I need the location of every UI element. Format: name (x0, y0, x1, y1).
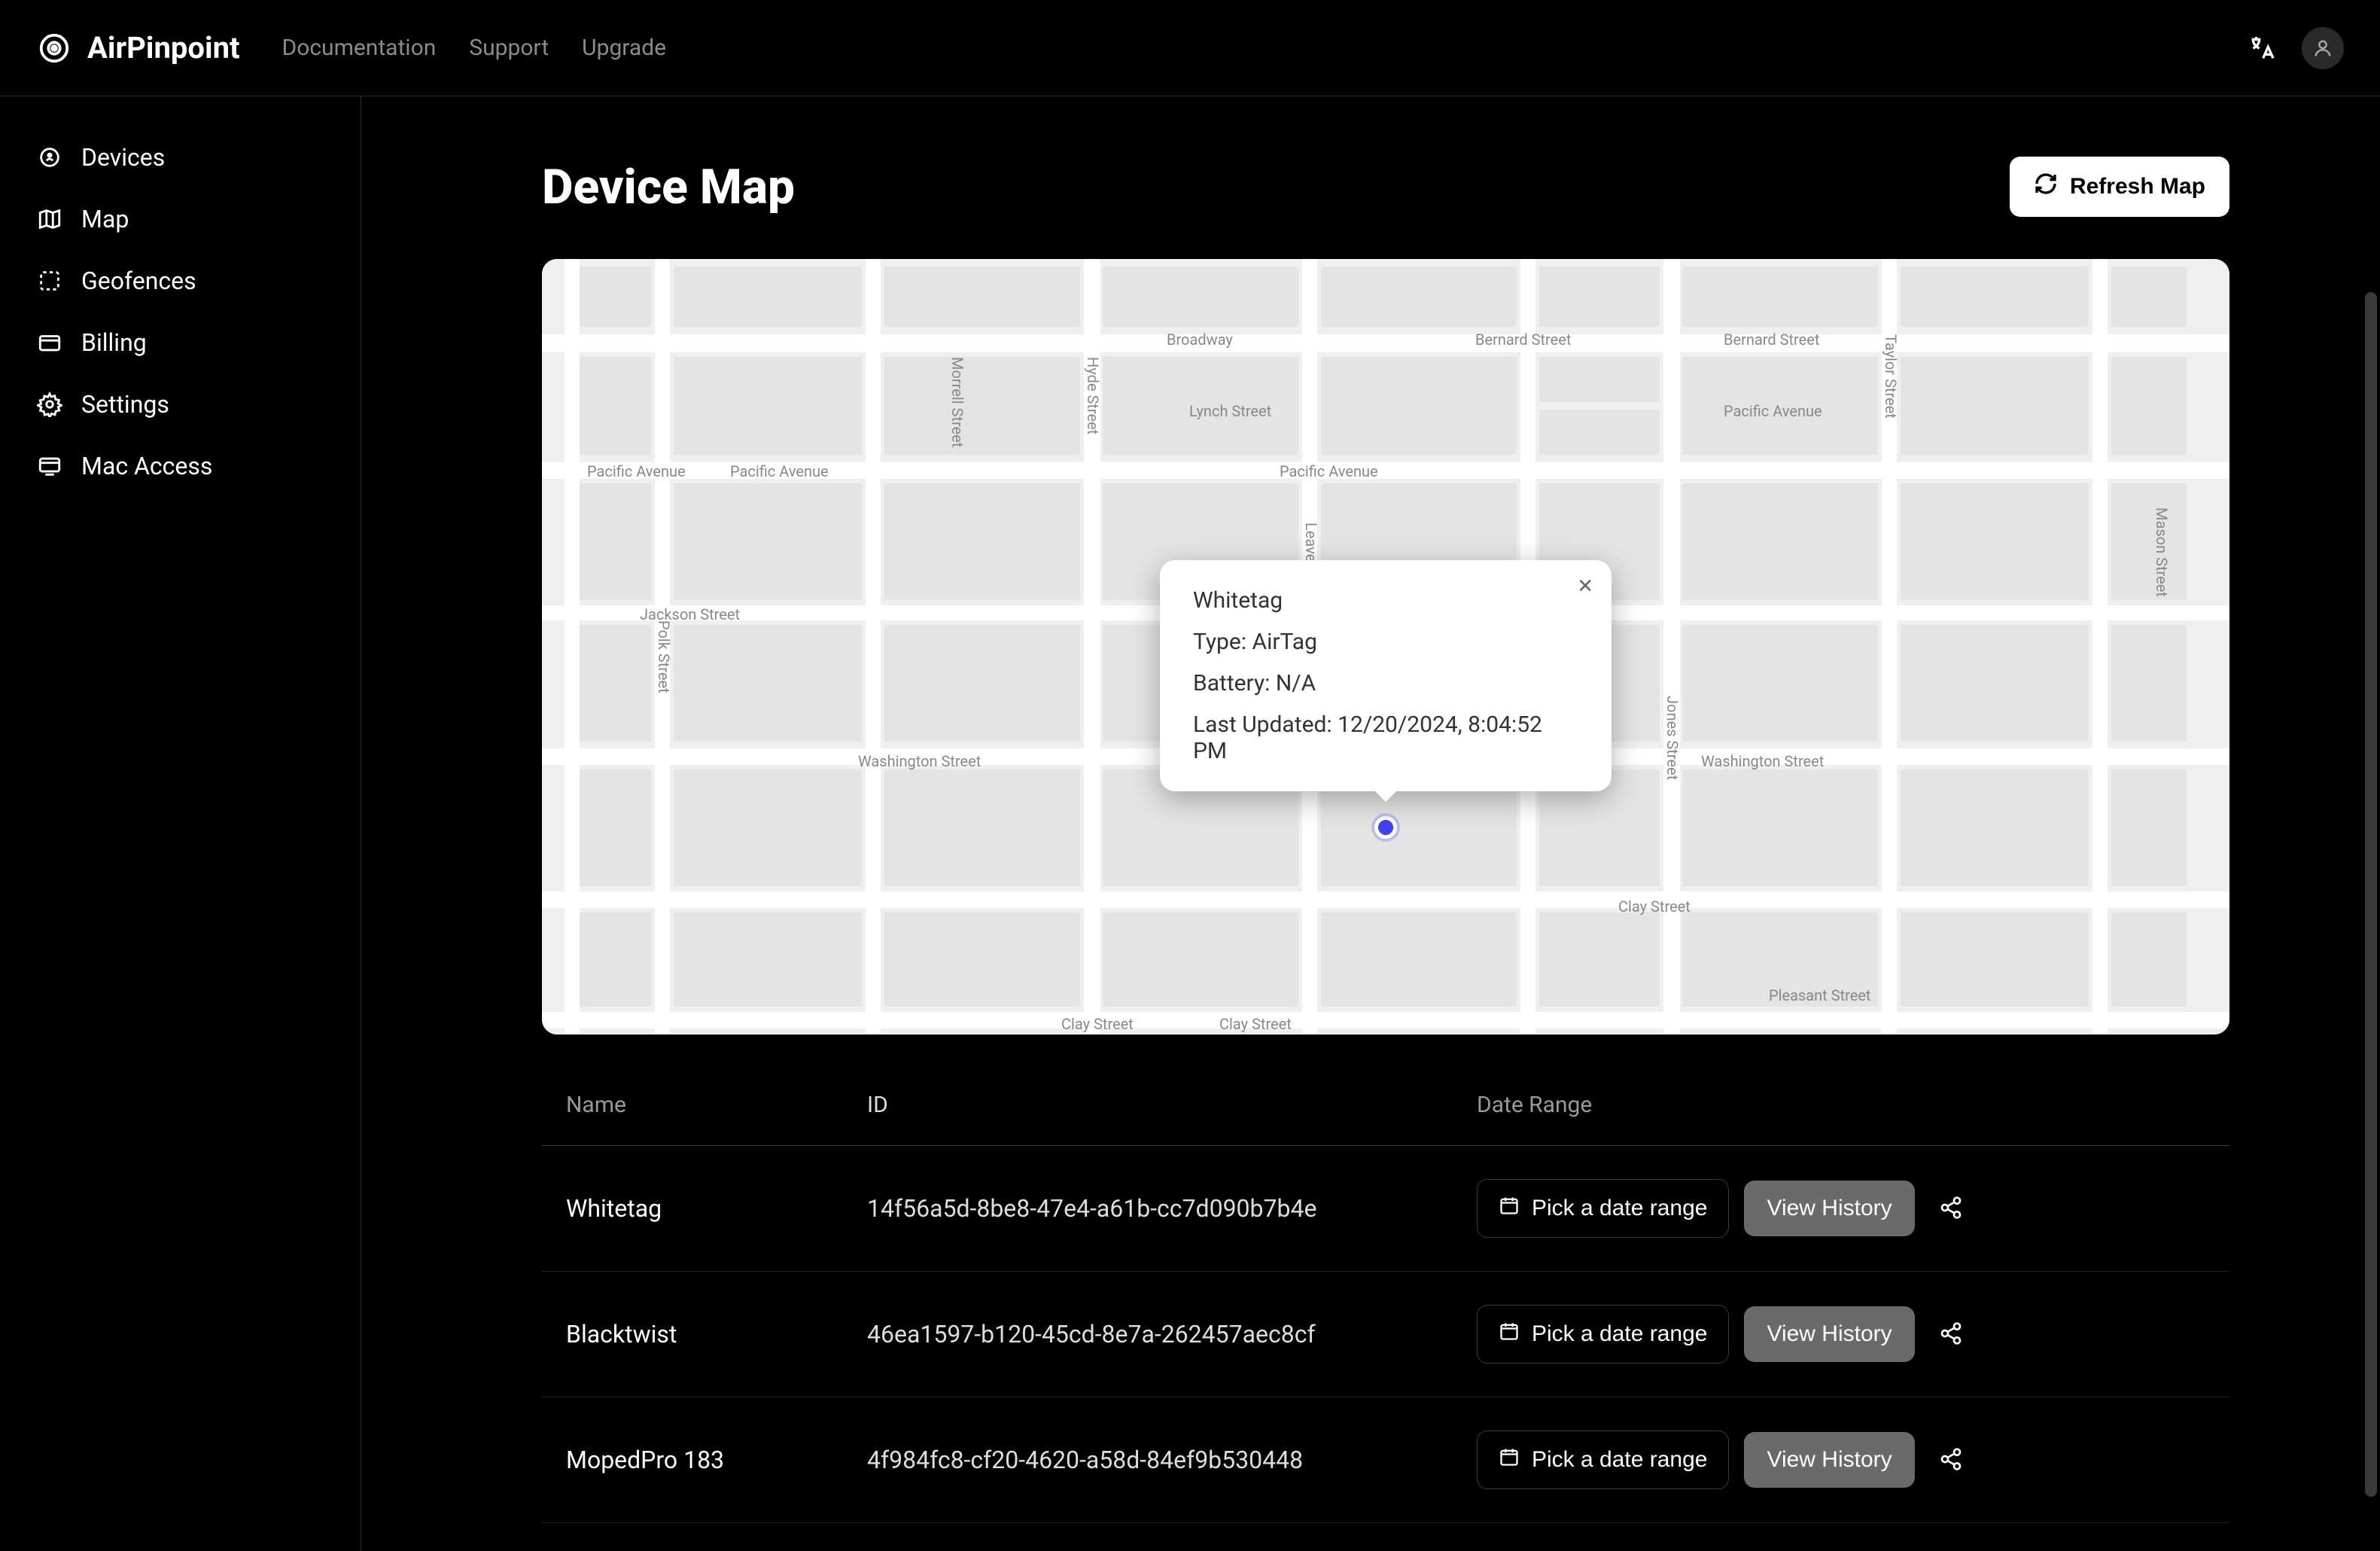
sidebar-item-geofences[interactable]: Geofences (0, 250, 361, 312)
table-header: Name ID Date Range (542, 1065, 2229, 1146)
table-row: Whitetag 14f56a5d-8be8-47e4-a61b-cc7d090… (542, 1146, 2229, 1272)
popup-device-name: Whitetag (1193, 587, 1578, 614)
macaccess-icon (36, 453, 63, 480)
pick-date-range-button[interactable]: Pick a date range (1477, 1431, 1729, 1489)
date-btn-label: Pick a date range (1532, 1196, 1707, 1221)
billing-icon (36, 329, 63, 356)
geofences-icon (36, 267, 63, 294)
calendar-icon (1499, 1446, 1520, 1473)
close-icon[interactable]: ✕ (1577, 575, 1593, 598)
device-popup: ✕ Whitetag Type: AirTag Battery: N/A Las… (1160, 560, 1612, 791)
street-label: Mason Street (2153, 507, 2171, 597)
brand-name: AirPinpoint (87, 30, 240, 66)
cell-name: Whitetag (566, 1194, 867, 1223)
street-label: Polk Street (655, 620, 673, 693)
street-label: Broadway (1167, 331, 1233, 349)
refresh-map-button[interactable]: Refresh Map (2010, 157, 2229, 217)
header: AirPinpoint Documentation Support Upgrad… (0, 0, 2380, 96)
nav-upgrade[interactable]: Upgrade (582, 35, 666, 61)
view-history-button[interactable]: View History (1744, 1432, 1914, 1488)
share-icon (1939, 1196, 1963, 1222)
cell-id: 4f984fc8-cf20-4620-a58d-84ef9b530448 (867, 1446, 1477, 1474)
date-btn-label: Pick a date range (1532, 1321, 1707, 1347)
street-label: Jones Street (1663, 696, 1682, 780)
sidebar-label: Billing (81, 328, 147, 357)
cell-id: 46ea1597-b120-45cd-8e7a-262457aec8cf (867, 1320, 1477, 1348)
header-nav: Documentation Support Upgrade (282, 35, 667, 61)
map-icon (36, 206, 63, 233)
sidebar-item-map[interactable]: Map (0, 188, 361, 250)
header-right (2246, 27, 2344, 69)
share-button[interactable] (1930, 1187, 1972, 1231)
share-button[interactable] (1930, 1312, 1972, 1357)
street-label: Bernard Street (1724, 331, 1819, 349)
street-label: Clay Street (1061, 1015, 1134, 1033)
share-button[interactable] (1930, 1438, 1972, 1482)
sidebar-label: Geofences (81, 267, 196, 295)
street-label: Washington Street (1701, 752, 1824, 770)
popup-battery: Battery: N/A (1193, 670, 1578, 696)
sidebar-label: Mac Access (81, 452, 212, 480)
sidebar-label: Devices (81, 143, 165, 172)
col-header-name: Name (566, 1092, 867, 1118)
street-label: Pacific Avenue (730, 462, 829, 480)
col-header-id: ID (867, 1092, 1477, 1118)
page-title: Device Map (542, 159, 795, 215)
devices-icon (36, 144, 63, 171)
refresh-label: Refresh Map (2070, 174, 2205, 200)
popup-type: Type: AirTag (1193, 629, 1578, 655)
sidebar-label: Settings (81, 390, 169, 419)
translate-icon[interactable] (2246, 32, 2278, 64)
page-header: Device Map Refresh Map (542, 157, 2229, 217)
brand-logo-icon (36, 30, 72, 66)
device-marker[interactable] (1374, 816, 1397, 839)
nav-support[interactable]: Support (469, 35, 549, 61)
street-label: Bernard Street (1475, 331, 1571, 349)
street-label: Lynch Street (1189, 402, 1271, 420)
table-row: Blacktwist 46ea1597-b120-45cd-8e7a-26245… (542, 1272, 2229, 1397)
share-icon (1939, 1447, 1963, 1473)
sidebar-item-billing[interactable]: Billing (0, 312, 361, 373)
calendar-icon (1499, 1195, 1520, 1222)
main-content: Device Map Refresh Map (361, 96, 2380, 1551)
street-label: Pacific Avenue (1280, 462, 1378, 480)
map[interactable]: Broadway Bernard Street Bernard Street P… (542, 259, 2229, 1035)
settings-icon (36, 391, 63, 418)
popup-updated: Last Updated: 12/20/2024, 8:04:52 PM (1193, 712, 1578, 764)
street-label: Clay Street (1618, 897, 1691, 916)
header-left: AirPinpoint Documentation Support Upgrad… (36, 30, 666, 66)
pick-date-range-button[interactable]: Pick a date range (1477, 1305, 1729, 1364)
nav-documentation[interactable]: Documentation (282, 35, 437, 61)
col-header-daterange: Date Range (1477, 1092, 2205, 1118)
street-label: Taylor Street (1882, 334, 1900, 419)
table-row: MopedPro 183 4f984fc8-cf20-4620-a58d-84e… (542, 1397, 2229, 1523)
sidebar-label: Map (81, 205, 129, 233)
pick-date-range-button[interactable]: Pick a date range (1477, 1179, 1729, 1238)
street-label: Morrell Street (948, 357, 966, 447)
date-btn-label: Pick a date range (1532, 1447, 1707, 1473)
cell-name: MopedPro 183 (566, 1446, 867, 1474)
street-label: Pacific Avenue (587, 462, 686, 480)
sidebar-item-macaccess[interactable]: Mac Access (0, 435, 361, 497)
street-label: Hyde Street (1084, 357, 1102, 434)
calendar-icon (1499, 1321, 1520, 1348)
view-history-button[interactable]: View History (1744, 1306, 1914, 1362)
sidebar-item-devices[interactable]: Devices (0, 126, 361, 188)
street-label: Pleasant Street (1769, 986, 1870, 1004)
sidebar: Devices Map Geofences Billing Settings (0, 96, 361, 1551)
view-history-button[interactable]: View History (1744, 1181, 1914, 1236)
cell-id: 14f56a5d-8be8-47e4-a61b-cc7d090b7b4e (867, 1194, 1477, 1223)
device-table: Name ID Date Range Whitetag 14f56a5d-8be… (542, 1065, 2229, 1523)
share-icon (1939, 1321, 1963, 1348)
street-label: Clay Street (1219, 1015, 1292, 1033)
street-label: Washington Street (858, 752, 981, 770)
sidebar-item-settings[interactable]: Settings (0, 373, 361, 435)
refresh-icon (2034, 172, 2058, 202)
brand[interactable]: AirPinpoint (36, 30, 240, 66)
scrollbar[interactable] (2365, 292, 2377, 1497)
avatar[interactable] (2302, 27, 2344, 69)
cell-name: Blacktwist (566, 1320, 867, 1348)
street-label: Pacific Avenue (1724, 402, 1822, 420)
